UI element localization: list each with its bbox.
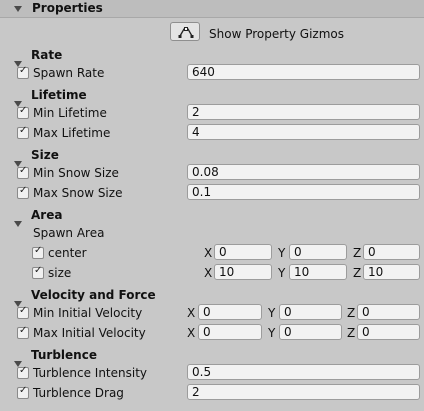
- collapse-triangle-icon[interactable]: [14, 6, 22, 12]
- min-velocity-z-axis-label: Z: [347, 306, 356, 320]
- max-lifetime-checkbox[interactable]: [17, 125, 29, 139]
- turbulence-intensity-field[interactable]: 0.5: [187, 364, 420, 380]
- turbulence-drag-label: Turblence Drag: [33, 386, 124, 400]
- properties-panel: Properties Show Property Gizmos Rate Spa…: [0, 0, 424, 411]
- max-snow-size-label: Max Snow Size: [33, 186, 123, 200]
- max-velocity-z-field[interactable]: 0: [357, 324, 420, 340]
- section-lifetime-title: Lifetime: [31, 88, 87, 102]
- size-z-field[interactable]: 10: [363, 264, 420, 280]
- center-x-field[interactable]: 0: [214, 244, 272, 260]
- center-y-field[interactable]: 0: [289, 244, 347, 260]
- min-velocity-x-axis-label: X: [187, 306, 196, 320]
- size-label: size: [48, 266, 72, 280]
- section-area-triangle-icon[interactable]: [14, 221, 22, 227]
- size-x-field[interactable]: 10: [214, 264, 272, 280]
- max-velocity-y-field[interactable]: 0: [279, 324, 342, 340]
- section-size-title: Size: [31, 148, 59, 162]
- max-velocity-x-axis-label: X: [187, 326, 196, 340]
- max-velocity-x-field[interactable]: 0: [198, 324, 262, 340]
- size-y-axis-label: Y: [278, 266, 286, 280]
- turbulence-intensity-label: Turblence Intensity: [33, 366, 148, 380]
- size-x-axis-label: X: [204, 266, 213, 280]
- max-velocity-y-axis-label: Y: [268, 326, 276, 340]
- max-lifetime-label: Max Lifetime: [33, 126, 111, 140]
- size-z-axis-label: Z: [353, 266, 362, 280]
- max-initial-velocity-label: Max Initial Velocity: [33, 326, 146, 340]
- min-snow-size-label: Min Snow Size: [33, 166, 119, 180]
- max-lifetime-field[interactable]: 4: [187, 124, 420, 140]
- min-velocity-x-field[interactable]: 0: [198, 304, 262, 320]
- center-z-field[interactable]: 0: [363, 244, 420, 260]
- properties-title: Properties: [32, 1, 103, 15]
- spawn-rate-checkbox[interactable]: [17, 65, 29, 79]
- section-area-title: Area: [31, 208, 63, 222]
- spawn-rate-label: Spawn Rate: [33, 66, 105, 80]
- center-z-axis-label: Z: [353, 246, 362, 260]
- max-snow-size-checkbox[interactable]: [17, 185, 29, 199]
- section-rate-title: Rate: [31, 48, 63, 62]
- max-snow-size-field[interactable]: 0.1: [187, 184, 420, 200]
- min-initial-velocity-checkbox[interactable]: [17, 305, 29, 319]
- min-velocity-z-field[interactable]: 0: [357, 304, 420, 320]
- show-gizmos-button[interactable]: [170, 22, 200, 41]
- min-lifetime-label: Min Lifetime: [33, 106, 107, 120]
- turbulence-drag-field[interactable]: 2: [187, 384, 420, 400]
- min-lifetime-checkbox[interactable]: [17, 105, 29, 119]
- turbulence-drag-checkbox[interactable]: [17, 385, 29, 399]
- spawn-rate-field[interactable]: 640: [187, 64, 420, 80]
- center-label: center: [48, 246, 87, 260]
- spawn-area-label: Spawn Area: [33, 226, 105, 240]
- min-initial-velocity-label: Min Initial Velocity: [33, 306, 143, 320]
- min-lifetime-field[interactable]: 2: [187, 104, 420, 120]
- min-snow-size-checkbox[interactable]: [17, 165, 29, 179]
- size-y-field[interactable]: 10: [289, 264, 347, 280]
- max-initial-velocity-checkbox[interactable]: [17, 325, 29, 339]
- section-turbulence-title: Turblence: [31, 348, 97, 362]
- show-gizmos-label: Show Property Gizmos: [209, 27, 344, 41]
- min-velocity-y-field[interactable]: 0: [279, 304, 342, 320]
- center-y-axis-label: Y: [278, 246, 286, 260]
- section-velocity-title: Velocity and Force: [31, 288, 156, 302]
- turbulence-intensity-checkbox[interactable]: [17, 365, 29, 379]
- min-velocity-y-axis-label: Y: [268, 306, 276, 320]
- size-checkbox[interactable]: [32, 265, 44, 279]
- curve-edit-icon: [178, 27, 194, 38]
- min-snow-size-field[interactable]: 0.08: [187, 164, 420, 180]
- center-checkbox[interactable]: [32, 245, 44, 259]
- max-velocity-z-axis-label: Z: [347, 326, 356, 340]
- center-x-axis-label: X: [204, 246, 213, 260]
